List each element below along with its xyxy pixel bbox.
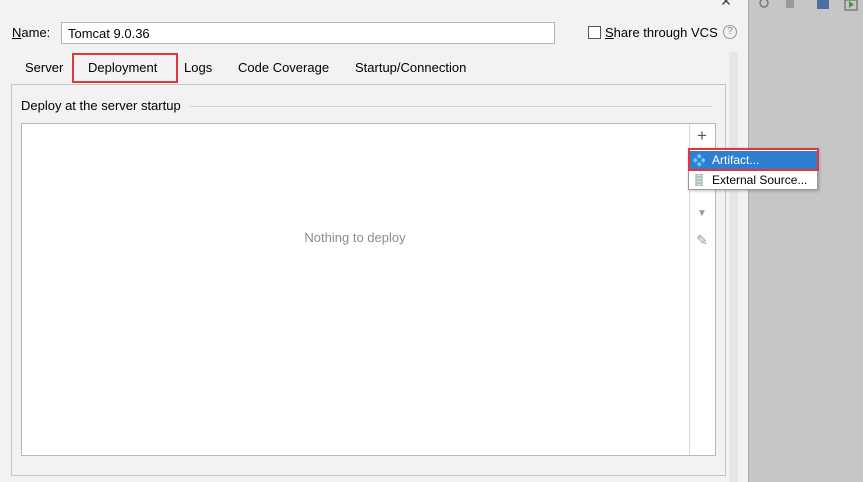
deployment-list[interactable]: [21, 123, 716, 456]
edit-icon[interactable]: ✎: [694, 232, 710, 248]
tab-logs[interactable]: Logs: [184, 60, 212, 76]
external-source-icon: [695, 174, 703, 186]
empty-state-text: Nothing to deploy: [304, 230, 406, 245]
help-icon[interactable]: ?: [723, 25, 737, 39]
name-label-mnemonic: N: [12, 25, 22, 40]
section-divider: [190, 106, 712, 107]
share-label-mnemonic: S: [605, 25, 614, 40]
share-through-vcs-checkbox[interactable]: [588, 26, 601, 39]
tab-code-coverage[interactable]: Code Coverage: [238, 60, 329, 76]
deployment-tab-highlight-box: [72, 53, 178, 83]
popup-item-external-source-label: External Source...: [712, 173, 808, 187]
share-through-vcs-label[interactable]: Share through VCS: [605, 25, 718, 40]
run-icon[interactable]: [844, 0, 858, 12]
stop-icon[interactable]: [783, 0, 797, 12]
move-down-icon[interactable]: ▼: [694, 206, 710, 222]
vertical-scrollbar[interactable]: [729, 52, 738, 482]
tab-server[interactable]: Server: [25, 60, 63, 76]
add-icon[interactable]: +: [694, 127, 710, 144]
section-title: Deploy at the server startup: [21, 98, 186, 113]
popup-item-external-source[interactable]: External Source...: [689, 171, 817, 189]
name-label-text: ame:: [21, 25, 51, 40]
background-ide-pane: [748, 0, 863, 482]
close-icon[interactable]: ✕: [719, 0, 733, 8]
tab-startup-connection[interactable]: Startup/Connection: [355, 60, 466, 76]
name-label: Name:: [12, 25, 50, 40]
debug-icon[interactable]: [757, 0, 771, 12]
share-label-text: hare through VCS: [613, 25, 718, 40]
name-input[interactable]: [61, 22, 555, 44]
project-structure-icon[interactable]: [816, 0, 830, 12]
run-configuration-dialog: ✕ Name: Share through VCS ? Server Deplo…: [0, 0, 748, 482]
artifact-highlight-box: [688, 148, 819, 171]
